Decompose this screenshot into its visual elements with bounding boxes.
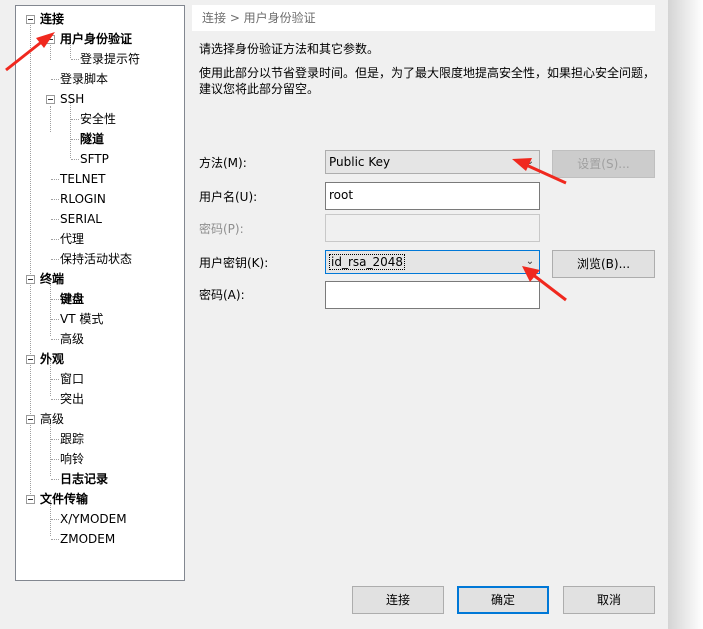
tree-item-advanced[interactable]: 高级 <box>40 411 64 427</box>
tree-item-security[interactable]: 安全性 <box>80 111 116 127</box>
collapse-icon[interactable] <box>26 495 35 504</box>
tree-item-trace[interactable]: 跟踪 <box>60 431 84 447</box>
tree-item-user-auth[interactable]: 用户身份验证 <box>60 31 132 47</box>
chevron-down-icon[interactable]: ⌄ <box>521 151 539 173</box>
tree-item-proxy[interactable]: 代理 <box>60 231 84 247</box>
collapse-icon[interactable] <box>26 15 35 24</box>
collapse-icon[interactable] <box>46 35 55 44</box>
breadcrumb: 连接 > 用户身份验证 <box>192 5 655 31</box>
user-key-value: id_rsa_2048 <box>329 254 406 270</box>
tree-item-highlight[interactable]: 突出 <box>60 391 84 407</box>
intro-line-3: 建议您将此部分留空。 <box>199 82 320 96</box>
user-key-label: 用户密钥(K): <box>199 256 269 270</box>
method-label: 方法(M): <box>199 156 247 170</box>
tree-item-terminal[interactable]: 终端 <box>40 271 64 287</box>
tree-item-vt-mode[interactable]: VT 模式 <box>60 311 103 327</box>
session-properties-dialog: 连接 用户身份验证 登录提示符 登录脚本 SSH 安全性 隧道 SFTP TEL… <box>0 0 668 629</box>
cancel-button[interactable]: 取消 <box>563 586 655 614</box>
tree-item-login-prompt[interactable]: 登录提示符 <box>80 51 140 67</box>
window-shadow <box>668 0 703 629</box>
tree-item-telnet[interactable]: TELNET <box>60 171 106 187</box>
collapse-icon[interactable] <box>46 95 55 104</box>
passphrase-label: 密码(A): <box>199 288 245 302</box>
tree-item-xymodem[interactable]: X/YMODEM <box>60 511 127 527</box>
collapse-icon[interactable] <box>26 275 35 284</box>
collapse-icon[interactable] <box>26 355 35 364</box>
settings-button[interactable]: 设置(S)... <box>552 150 655 178</box>
username-input[interactable]: root <box>325 182 540 210</box>
tree-item-sftp[interactable]: SFTP <box>80 151 109 167</box>
tree-item-serial[interactable]: SERIAL <box>60 211 102 227</box>
tree-item-appearance[interactable]: 外观 <box>40 351 64 367</box>
collapse-icon[interactable] <box>26 415 35 424</box>
tree-item-rlogin[interactable]: RLOGIN <box>60 191 106 207</box>
tree-item-logging[interactable]: 日志记录 <box>60 471 108 487</box>
tree-item-zmodem[interactable]: ZMODEM <box>60 531 115 547</box>
method-value: Public Key <box>329 155 391 169</box>
intro-heading: 请选择身份验证方法和其它参数。 <box>199 42 380 56</box>
tree-item-bell[interactable]: 响铃 <box>60 451 84 467</box>
method-select[interactable]: Public Key ⌄ <box>325 150 540 174</box>
chevron-down-icon[interactable]: ⌄ <box>521 251 539 273</box>
tree-item-login-script[interactable]: 登录脚本 <box>60 71 108 87</box>
ok-button[interactable]: 确定 <box>457 586 549 614</box>
tree-item-terminal-advanced[interactable]: 高级 <box>60 331 84 347</box>
category-tree[interactable]: 连接 用户身份验证 登录提示符 登录脚本 SSH 安全性 隧道 SFTP TEL… <box>15 5 185 581</box>
tree-item-tunnel[interactable]: 隧道 <box>80 131 104 147</box>
username-label: 用户名(U): <box>199 190 258 204</box>
browse-button[interactable]: 浏览(B)... <box>552 250 655 278</box>
password-input <box>325 214 540 242</box>
user-key-select[interactable]: id_rsa_2048 ⌄ <box>325 250 540 274</box>
tree-item-file-transfer[interactable]: 文件传输 <box>40 491 88 507</box>
connect-button[interactable]: 连接 <box>352 586 444 614</box>
tree-item-window[interactable]: 窗口 <box>60 371 84 387</box>
password-label: 密码(P): <box>199 222 244 236</box>
tree-item-keyboard[interactable]: 键盘 <box>60 291 84 307</box>
tree-item-ssh[interactable]: SSH <box>60 91 84 107</box>
intro-line-2: 使用此部分以节省登录时间。但是，为了最大限度地提高安全性，如果担心安全问题， <box>199 66 656 80</box>
tree-item-connection[interactable]: 连接 <box>40 11 64 27</box>
tree-item-keepalive[interactable]: 保持活动状态 <box>60 251 132 267</box>
passphrase-input[interactable] <box>325 281 540 309</box>
